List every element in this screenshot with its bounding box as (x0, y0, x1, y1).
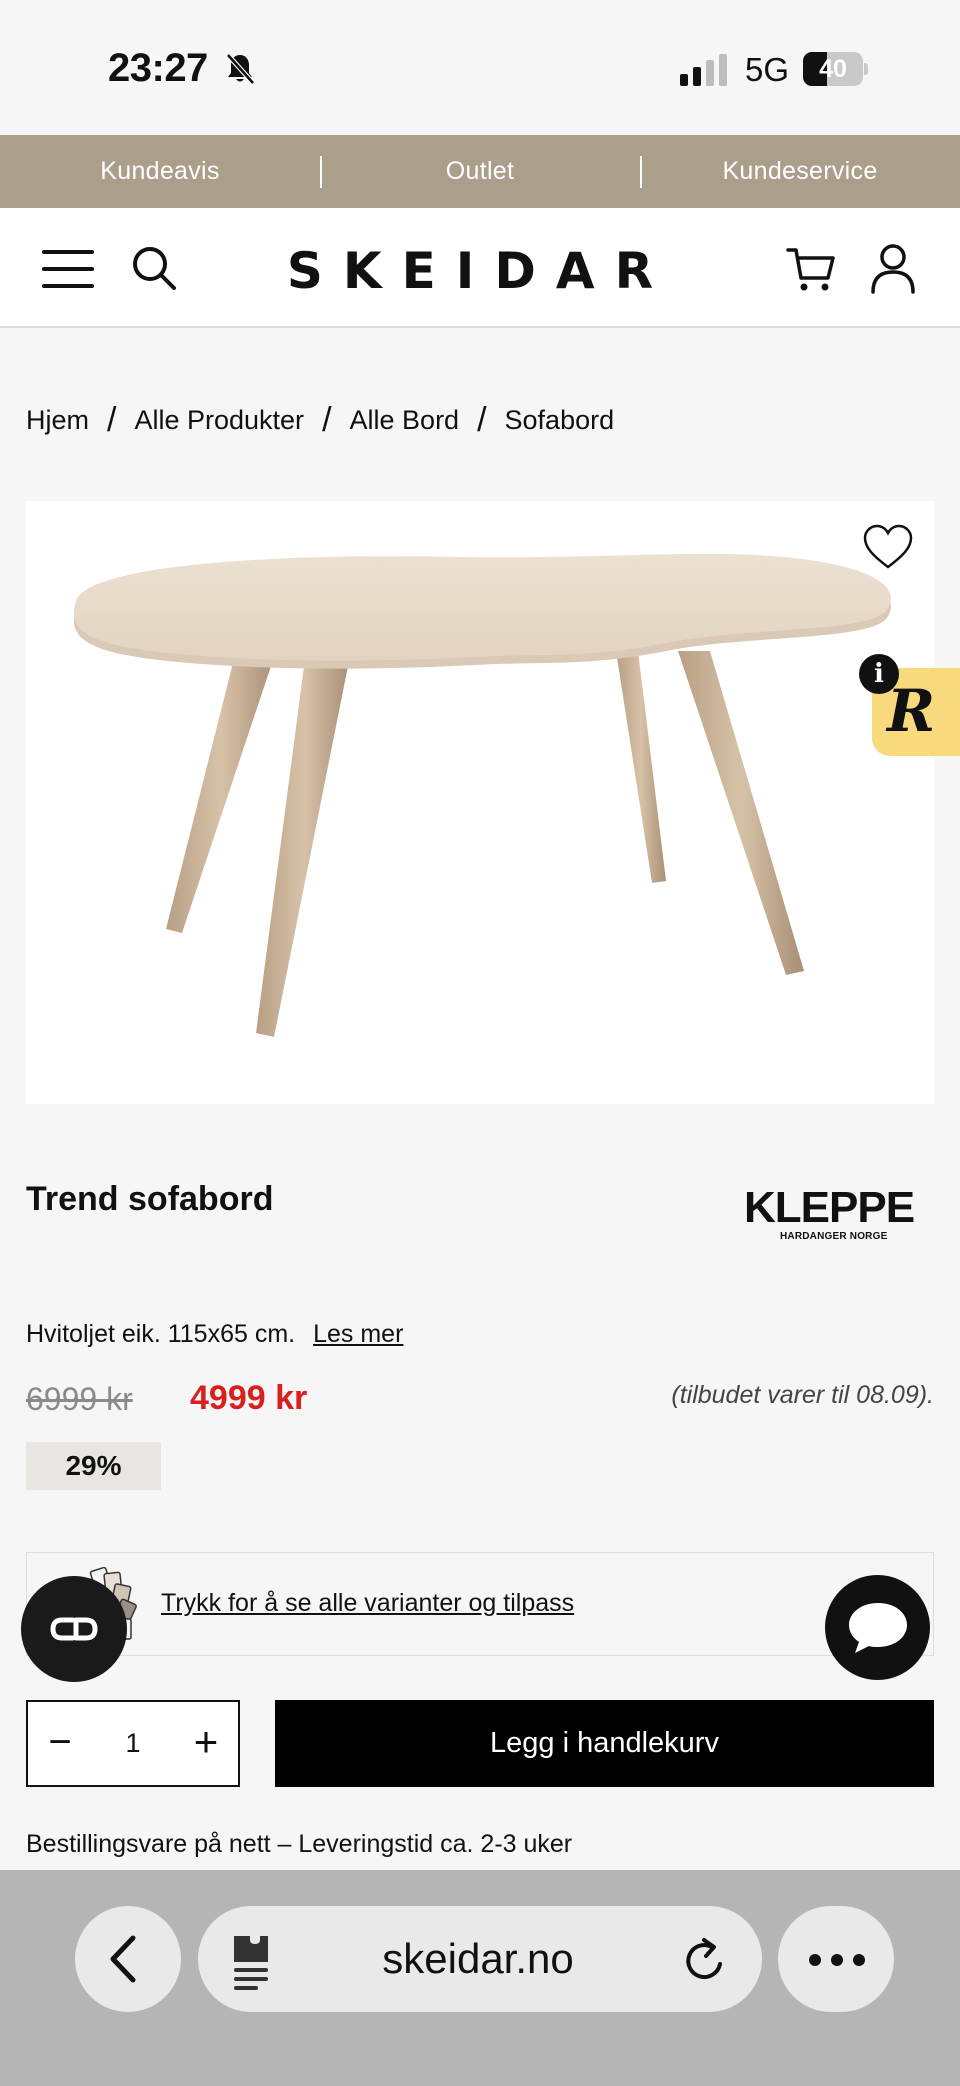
breadcrumb-separator: / (322, 400, 332, 439)
description-text: Hvitoljet eik. 115x65 cm. (26, 1320, 296, 1348)
co-widget-button[interactable] (21, 1576, 127, 1682)
address-bar[interactable]: skeidar.no (198, 1906, 762, 2012)
signal-icon (680, 54, 727, 86)
variants-link-text[interactable]: Trykk for å se alle varianter og tilpass (161, 1589, 574, 1618)
battery-icon: 40 (803, 52, 868, 86)
user-icon[interactable] (870, 242, 916, 294)
promo-link-outlet[interactable]: Outlet (320, 135, 640, 208)
brand-logo[interactable]: KLEPPE HARDANGER NORGE (744, 1186, 930, 1244)
sale-price: 4999 kr (190, 1379, 308, 1417)
reload-icon[interactable] (682, 1936, 728, 1984)
site-header: SKEIDAR (0, 208, 960, 328)
variants-link-box[interactable]: Trykk for å se alle varianter og tilpass (26, 1552, 934, 1656)
network-label: 5G (745, 51, 790, 88)
extension-icon[interactable] (228, 1932, 276, 1990)
brand-name: KLEPPE (744, 1183, 915, 1232)
heart-icon[interactable] (862, 523, 914, 571)
increase-quantity-button[interactable]: + (174, 1702, 238, 1785)
add-to-cart-button[interactable]: Legg i handlekurv (275, 1700, 934, 1787)
table-illustration (74, 553, 891, 1037)
cart-icon[interactable] (786, 244, 836, 294)
site-logo[interactable]: SKEIDAR (280, 242, 680, 300)
breadcrumb-item-alle-bord[interactable]: Alle Bord (350, 405, 460, 436)
info-icon[interactable]: i (859, 654, 899, 694)
original-price: 6999 kr (26, 1381, 133, 1417)
more-options-button[interactable] (778, 1906, 894, 2012)
status-bar: 23:27 5G 40 (0, 0, 960, 135)
breadcrumb-item-hjem[interactable]: Hjem (26, 405, 89, 436)
status-time: 23:27 (108, 46, 208, 90)
back-icon (110, 1935, 136, 1983)
browser-toolbar: skeidar.no (0, 1870, 960, 2086)
co-logo-icon (50, 1617, 98, 1641)
promo-link-kundeservice[interactable]: Kundeservice (640, 135, 960, 208)
promo-bar: Kundeavis Outlet Kundeservice (0, 135, 960, 208)
promo-link-kundeavis[interactable]: Kundeavis (0, 135, 320, 208)
quantity-stepper: − 1 + (26, 1700, 240, 1787)
reco-logo-icon: R (887, 677, 936, 745)
search-icon[interactable] (130, 244, 178, 292)
breadcrumb-item-alle-produkter[interactable]: Alle Produkter (134, 405, 304, 436)
delivery-note: Bestillingsvare på nett – Leveringstid c… (26, 1830, 573, 1858)
breadcrumb: Hjem / Alle Produkter / Alle Bord / Sofa… (26, 400, 615, 439)
chat-bubble-icon (849, 1603, 907, 1653)
product-description: Hvitoljet eik. 115x65 cm. Les mer (26, 1320, 403, 1349)
breadcrumb-separator: / (107, 400, 117, 439)
breadcrumb-item-sofabord[interactable]: Sofabord (505, 405, 615, 436)
offer-validity-note: (tilbudet varer til 08.09). (671, 1381, 934, 1409)
product-title: Trend sofabord (26, 1180, 274, 1218)
read-more-link[interactable]: Les mer (313, 1320, 403, 1349)
menu-icon[interactable] (42, 250, 94, 288)
product-image[interactable] (26, 501, 934, 1104)
chat-button[interactable] (825, 1575, 930, 1680)
decrease-quantity-button[interactable]: − (28, 1702, 92, 1785)
quantity-value[interactable]: 1 (92, 1702, 174, 1785)
brand-tagline: HARDANGER NORGE (780, 1231, 888, 1242)
more-icon (809, 1954, 865, 1966)
discount-badge: 29% (26, 1442, 161, 1490)
back-button[interactable] (75, 1906, 181, 2012)
address-text[interactable]: skeidar.no (298, 1906, 658, 2012)
battery-level: 40 (819, 55, 847, 83)
breadcrumb-separator: / (477, 400, 487, 439)
bell-slash-icon (226, 53, 255, 85)
